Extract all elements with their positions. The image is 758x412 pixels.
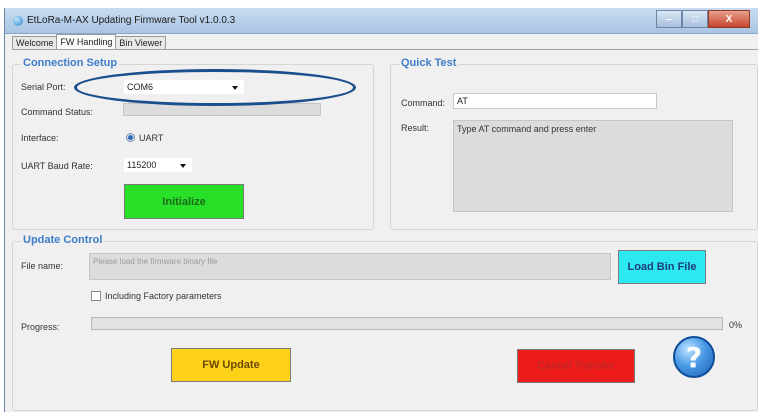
tab-fw-handling[interactable]: FW Handling xyxy=(56,34,117,49)
command-status-field xyxy=(123,103,321,116)
update-control-title: Update Control xyxy=(21,234,105,246)
uart-radio-label: UART xyxy=(139,133,164,143)
progress-bar xyxy=(91,317,723,330)
progress-label: Progress: xyxy=(21,322,60,332)
fw-handling-page: Connection Setup Serial Port: COM6 Comma… xyxy=(12,49,758,412)
result-output: Type AT command and press enter xyxy=(453,120,733,212)
minimize-button[interactable]: – xyxy=(656,10,682,28)
window-title: EtLoRa-M-AX Updating Firmware Tool v1.0.… xyxy=(27,15,236,26)
file-name-field[interactable]: Please load the firmware binary file xyxy=(89,253,611,280)
close-button[interactable]: X xyxy=(708,10,750,28)
serial-port-value: COM6 xyxy=(127,82,154,92)
quick-test-group: Quick Test Command: AT Result: Type AT c… xyxy=(390,57,758,230)
connection-setup-title: Connection Setup xyxy=(21,57,120,69)
fw-update-button[interactable]: FW Update xyxy=(171,348,291,382)
app-icon xyxy=(13,16,23,26)
uart-radio[interactable] xyxy=(126,133,135,142)
progress-percent: 0% xyxy=(729,320,743,330)
initialize-button[interactable]: Initialize xyxy=(124,184,244,219)
window-controls: – □ X xyxy=(656,10,750,28)
command-status-label: Command Status: xyxy=(21,107,94,117)
result-label: Result: xyxy=(401,123,430,133)
tab-bar: Welcome FW Handling Bin Viewer xyxy=(12,34,167,50)
load-bin-file-button[interactable]: Load Bin File xyxy=(618,250,706,284)
connection-setup-group: Connection Setup Serial Port: COM6 Comma… xyxy=(12,57,374,230)
factory-params-checkbox[interactable] xyxy=(91,291,101,301)
chevron-down-icon xyxy=(232,86,238,90)
baud-rate-value: 115200 xyxy=(127,160,157,170)
baud-rate-select[interactable]: 115200 xyxy=(123,157,193,173)
serial-port-select[interactable]: COM6 xyxy=(123,79,245,95)
interface-label: Interface: xyxy=(21,133,59,143)
chevron-down-icon xyxy=(180,164,186,168)
command-label: Command: xyxy=(401,98,446,108)
help-button[interactable]: ? xyxy=(673,336,715,378)
file-name-label: File name: xyxy=(21,261,64,271)
command-input[interactable]: AT xyxy=(453,93,657,109)
tab-welcome[interactable]: Welcome xyxy=(12,36,58,50)
serial-port-label: Serial Port: xyxy=(21,82,66,92)
update-control-group: Update Control File name: Please load th… xyxy=(12,234,758,411)
cancel-transfer-button[interactable]: Cancel Transfer xyxy=(517,349,635,383)
title-bar: EtLoRa-M-AX Updating Firmware Tool v1.0.… xyxy=(5,8,758,34)
quick-test-title: Quick Test xyxy=(399,57,459,69)
tab-bin-viewer[interactable]: Bin Viewer xyxy=(115,36,167,50)
factory-params-label: Including Factory parameters xyxy=(105,291,222,301)
question-mark-icon: ? xyxy=(685,340,703,374)
maximize-button[interactable]: □ xyxy=(682,10,708,28)
baud-rate-label: UART Baud Rate: xyxy=(21,161,93,171)
